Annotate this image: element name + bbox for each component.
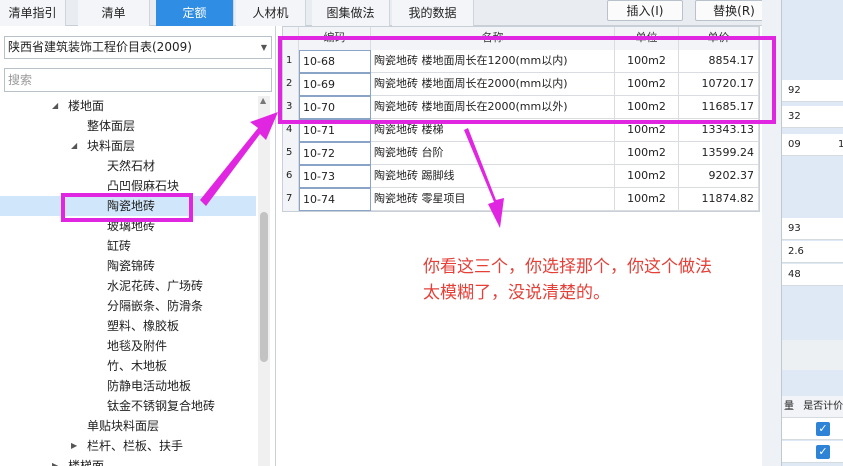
tree-node[interactable]: ◢ 块料面层 bbox=[0, 136, 256, 156]
library-select[interactable]: 陕西省建筑装饰工程价目表(2009) ▼ bbox=[4, 36, 272, 59]
row-price: 9202.37 bbox=[679, 165, 759, 188]
tree-node-label: 塑料、橡胶板 bbox=[107, 319, 180, 333]
quota-tree: ◢ 楼地面 整体面层 ◢ 块料面层 天然石材 凸凹假麻石块 陶瓷地砖 玻璃地砖 缸砖 陶瓷锦砖 水泥花… bbox=[0, 96, 256, 466]
insert-button[interactable]: 插入(I) bbox=[607, 0, 683, 21]
is-priced-checkbox[interactable]: ✓ bbox=[816, 422, 830, 436]
tree-node-label: 防静电活动地板 bbox=[107, 379, 192, 393]
tree-node-label: 地毯及附件 bbox=[107, 339, 168, 353]
right-row bbox=[782, 418, 843, 440]
tree-node-label: 竹、木地板 bbox=[107, 359, 168, 373]
tree-node[interactable]: 整体面层 bbox=[0, 116, 256, 136]
tab-atlas-method[interactable]: 图集做法 bbox=[312, 0, 390, 26]
tree-node-label: 整体面层 bbox=[87, 119, 136, 133]
tab-bar: 清单指引 清单 定额 人材机 图集做法 我的数据 插入(I) 替换(R) bbox=[0, 0, 780, 26]
tree-node-label: 陶瓷锦砖 bbox=[107, 259, 156, 273]
right-value: 2.6 bbox=[782, 241, 843, 263]
tree-node[interactable]: 单贴块料面层 bbox=[0, 416, 256, 436]
tree-node[interactable]: 钛金不锈钢复合地砖 bbox=[0, 396, 256, 416]
tree-node-label: 栏杆、栏板、扶手 bbox=[87, 439, 184, 453]
tree-node-label: 天然石材 bbox=[107, 159, 156, 173]
row-index: 5 bbox=[283, 142, 299, 165]
right-panel-toolbar bbox=[782, 340, 843, 370]
tree-node-label: 块料面层 bbox=[87, 139, 136, 153]
tree-scrollbar[interactable]: ▲ bbox=[258, 96, 270, 466]
row-unit: 100m2 bbox=[615, 188, 679, 211]
tree-node-label: 单贴块料面层 bbox=[87, 419, 160, 433]
chevron-down-icon[interactable]: ▼ bbox=[261, 37, 267, 58]
tab-quota[interactable]: 定额 bbox=[156, 0, 234, 26]
tree-node-label: 钛金不锈钢复合地砖 bbox=[107, 399, 216, 413]
table-row[interactable]: 6 10-73 陶瓷地砖 踢脚线 100m2 9202.37 bbox=[283, 165, 759, 188]
row-name: 陶瓷地砖 台阶 bbox=[371, 142, 615, 165]
library-select-value: 陕西省建筑装饰工程价目表(2009) bbox=[8, 40, 192, 54]
row-index: 6 bbox=[283, 165, 299, 188]
right-value-b: 1 bbox=[838, 139, 843, 150]
tree-node[interactable]: 缸砖 bbox=[0, 236, 256, 256]
row-code: 10-74 bbox=[299, 188, 371, 211]
tree-node[interactable]: 水泥花砖、广场砖 bbox=[0, 276, 256, 296]
collapsed-triangle-icon[interactable]: ▶ bbox=[71, 436, 77, 456]
table-row[interactable]: 5 10-72 陶瓷地砖 台阶 100m2 13599.24 bbox=[283, 142, 759, 165]
row-name: 陶瓷地砖 踢脚线 bbox=[371, 165, 615, 188]
tree-node[interactable]: 地毯及附件 bbox=[0, 336, 256, 356]
tree-node[interactable]: ▶ 楼梯面 bbox=[0, 456, 256, 466]
right-col-header-label: 是否计价 bbox=[803, 401, 843, 412]
tree-node[interactable]: 分隔嵌条、防滑条 bbox=[0, 296, 256, 316]
tab-labor-material[interactable]: 人材机 bbox=[236, 0, 306, 26]
scroll-up-icon[interactable]: ▲ bbox=[260, 96, 266, 105]
search-input[interactable]: 搜索 bbox=[4, 68, 272, 92]
right-col-header: 量 是否计价 bbox=[782, 396, 843, 418]
right-col-header-prefix: 量 bbox=[784, 401, 794, 412]
right-row bbox=[782, 441, 843, 463]
row-unit: 100m2 bbox=[615, 165, 679, 188]
right-value: 92 bbox=[782, 80, 843, 102]
tree-node[interactable]: 防静电活动地板 bbox=[0, 376, 256, 396]
expanded-triangle-icon[interactable]: ◢ bbox=[71, 136, 77, 156]
annotation-note-line-2: 太模糊了，没说清楚的。 bbox=[423, 283, 610, 303]
right-panel: 92 32 09 1 93 2.6 48 量 是否计价 ✓ ✓ bbox=[781, 0, 843, 466]
app-window: 清单指引 清单 定额 人材机 图集做法 我的数据 插入(I) 替换(R) 陕西省… bbox=[0, 0, 843, 466]
right-value-a: 09 bbox=[788, 139, 801, 150]
highlight-box-rows bbox=[278, 36, 776, 124]
quota-library-panel: 陕西省建筑装饰工程价目表(2009) ▼ 搜索 ◢ 楼地面整体面层 ◢ 块料面层天然石… bbox=[0, 26, 276, 466]
row-price: 11874.82 bbox=[679, 188, 759, 211]
annotation-note-line-1: 你看这三个，你选择那个，你这个做法 bbox=[423, 257, 712, 277]
scrollbar-thumb[interactable] bbox=[260, 212, 268, 362]
tree-node-label: 楼梯面 bbox=[68, 459, 105, 466]
tree-node[interactable]: 竹、木地板 bbox=[0, 356, 256, 376]
tree-node[interactable]: 天然石材 bbox=[0, 156, 256, 176]
row-price: 13599.24 bbox=[679, 142, 759, 165]
expanded-triangle-icon[interactable]: ◢ bbox=[52, 96, 58, 116]
table-row[interactable]: 7 10-74 陶瓷地砖 零星项目 100m2 11874.82 bbox=[283, 188, 759, 211]
tab-list-guide[interactable]: 清单指引 bbox=[0, 0, 66, 26]
tree-node-label: 楼地面 bbox=[68, 99, 105, 113]
tree-node-label: 缸砖 bbox=[107, 239, 132, 253]
tree-node-label: 水泥花砖、广场砖 bbox=[107, 279, 204, 293]
tab-my-data[interactable]: 我的数据 bbox=[392, 0, 474, 26]
tree-node[interactable]: ▶ 栏杆、栏板、扶手 bbox=[0, 436, 256, 456]
collapsed-triangle-icon[interactable]: ▶ bbox=[52, 456, 58, 466]
tree-node-label: 分隔嵌条、防滑条 bbox=[107, 299, 204, 313]
row-code: 10-72 bbox=[299, 142, 371, 165]
row-unit: 100m2 bbox=[615, 142, 679, 165]
right-value: 32 bbox=[782, 106, 843, 128]
highlight-box-tree-item bbox=[61, 193, 193, 222]
right-value: 48 bbox=[782, 264, 843, 286]
is-priced-checkbox[interactable]: ✓ bbox=[816, 445, 830, 459]
tree-node[interactable]: 塑料、橡胶板 bbox=[0, 316, 256, 336]
right-value: 09 1 bbox=[782, 134, 843, 156]
row-name: 陶瓷地砖 零星项目 bbox=[371, 188, 615, 211]
right-value: 93 bbox=[782, 218, 843, 240]
tree-node[interactable]: 陶瓷锦砖 bbox=[0, 256, 256, 276]
tab-list[interactable]: 清单 bbox=[78, 0, 150, 26]
tree-node[interactable]: ◢ 楼地面 bbox=[0, 96, 256, 116]
row-code: 10-73 bbox=[299, 165, 371, 188]
row-index: 7 bbox=[283, 188, 299, 211]
